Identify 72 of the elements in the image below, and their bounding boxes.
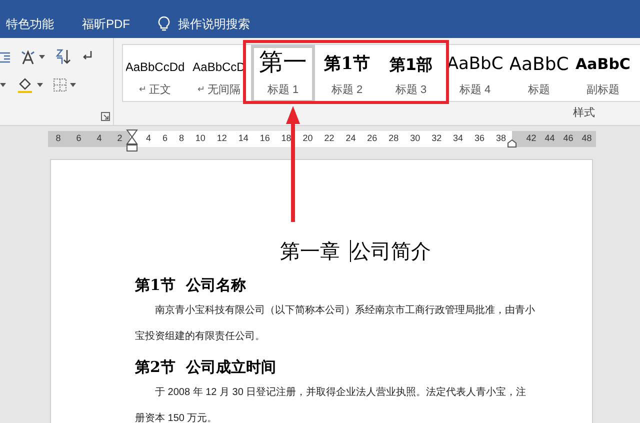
borders-icon[interactable] [53,78,67,92]
style-gallery-item[interactable]: 第1节 标题 2 [315,45,379,103]
caret-icon [70,83,76,87]
indent-icon[interactable] [0,50,10,64]
ruler-number: 16 [260,132,270,146]
shading-bucket-icon[interactable] [16,76,34,94]
chapter-title: 第一章 [280,238,340,265]
ruler-number: 8 [56,132,61,146]
ribbon-tab[interactable]: 福昕PDF [82,15,130,33]
style-name: 副标题 [586,82,620,98]
ruler-number: 30 [410,132,420,146]
ruler-number: 28 [388,132,399,146]
dialog-launcher-icon[interactable] [101,112,110,121]
ruler-number: 4 [146,132,152,146]
caret-icon [39,55,45,59]
style-name: 无间隔 [208,82,240,98]
group-label: 样式 [573,106,595,122]
style-gallery-item[interactable]: 第1部 标题 3 [379,45,443,103]
style-preview: AaBbC [576,54,630,75]
style-name: 标题 1 [267,82,299,98]
style-name: 标题 3 [395,82,427,98]
ruler-number: 12 [216,132,227,146]
indent-marker-icon[interactable] [126,129,138,153]
ruler-number: 46 [563,132,574,146]
ruler-number: 2 [117,132,122,146]
right-indent-marker-icon[interactable] [507,139,517,148]
ruler-number: 14 [238,132,248,146]
ruler-number: 22 [324,132,334,146]
lightbulb-icon [158,16,170,32]
ruler-number: 32 [432,132,442,146]
chapter-title: 公司简介 [351,238,431,265]
body-paragraph: 南京青小宝科技有限公司（以下简称本公司）系经南京市工商行政管理局批准，由青小宝投资组建的有限责任公司。 [135,304,536,344]
body-paragraph: 于 2008 年 12 月 30 日登记注册，并取得企业法人营业执照。法定代表人青小宝，注册资本 150 万元。 [135,386,528,423]
ruler-number: 4 [96,132,102,146]
text-effects-icon[interactable] [20,49,36,65]
ribbon-tab[interactable]: 操作说明搜索 [178,15,250,33]
ruler-number: 48 [582,132,592,146]
ruler-number: 42 [526,132,536,146]
style-preview: AaBbC [446,53,504,76]
style-name: 标题 [528,82,550,98]
style-name: 正文 [149,82,171,98]
ruler-number: 20 [302,132,313,146]
ruler-number: 8 [178,132,184,146]
caret-icon [0,83,6,87]
ruler-number: 24 [346,132,356,146]
ruler-number: 10 [195,132,206,146]
style-gallery-item[interactable]: 第一 标题 1 [251,45,315,103]
ribbon-tab[interactable]: 特色功能 [6,15,54,33]
ruler-number: 36 [474,132,485,146]
ruler-number: 38 [496,132,506,146]
ruler-number: 6 [76,132,82,146]
ruler-number: 6 [162,132,168,146]
ruler-number: 44 [544,132,555,146]
ruler-number: 26 [367,132,378,146]
caret-icon [37,83,43,87]
style-name: 标题 2 [331,82,363,98]
style-preview: 第一 [259,48,307,76]
style-preview: 第1部 [389,54,433,76]
paragraph-mark: ↵ [198,83,206,96]
ruler-number: 34 [453,132,464,146]
style-preview: 第1节 [324,53,370,76]
section-heading: 第2节 公司成立时间 [135,357,277,378]
style-preview: AaBbCcD [192,59,246,76]
text-cursor [350,240,351,262]
style-gallery-item[interactable]: AaBbC 副标题 [571,45,635,103]
paragraph-mark: ↵ [139,83,147,96]
style-gallery-item[interactable]: AaBbC 标题 4 [443,45,507,103]
sort-icon[interactable] [55,48,71,66]
section-heading: 第1节 公司名称 [135,275,247,296]
ruler-number: 18 [281,132,292,146]
style-name: 标题 4 [459,82,491,98]
style-gallery-item[interactable]: AaBbCcD ↵ 无间隔 [187,45,251,103]
